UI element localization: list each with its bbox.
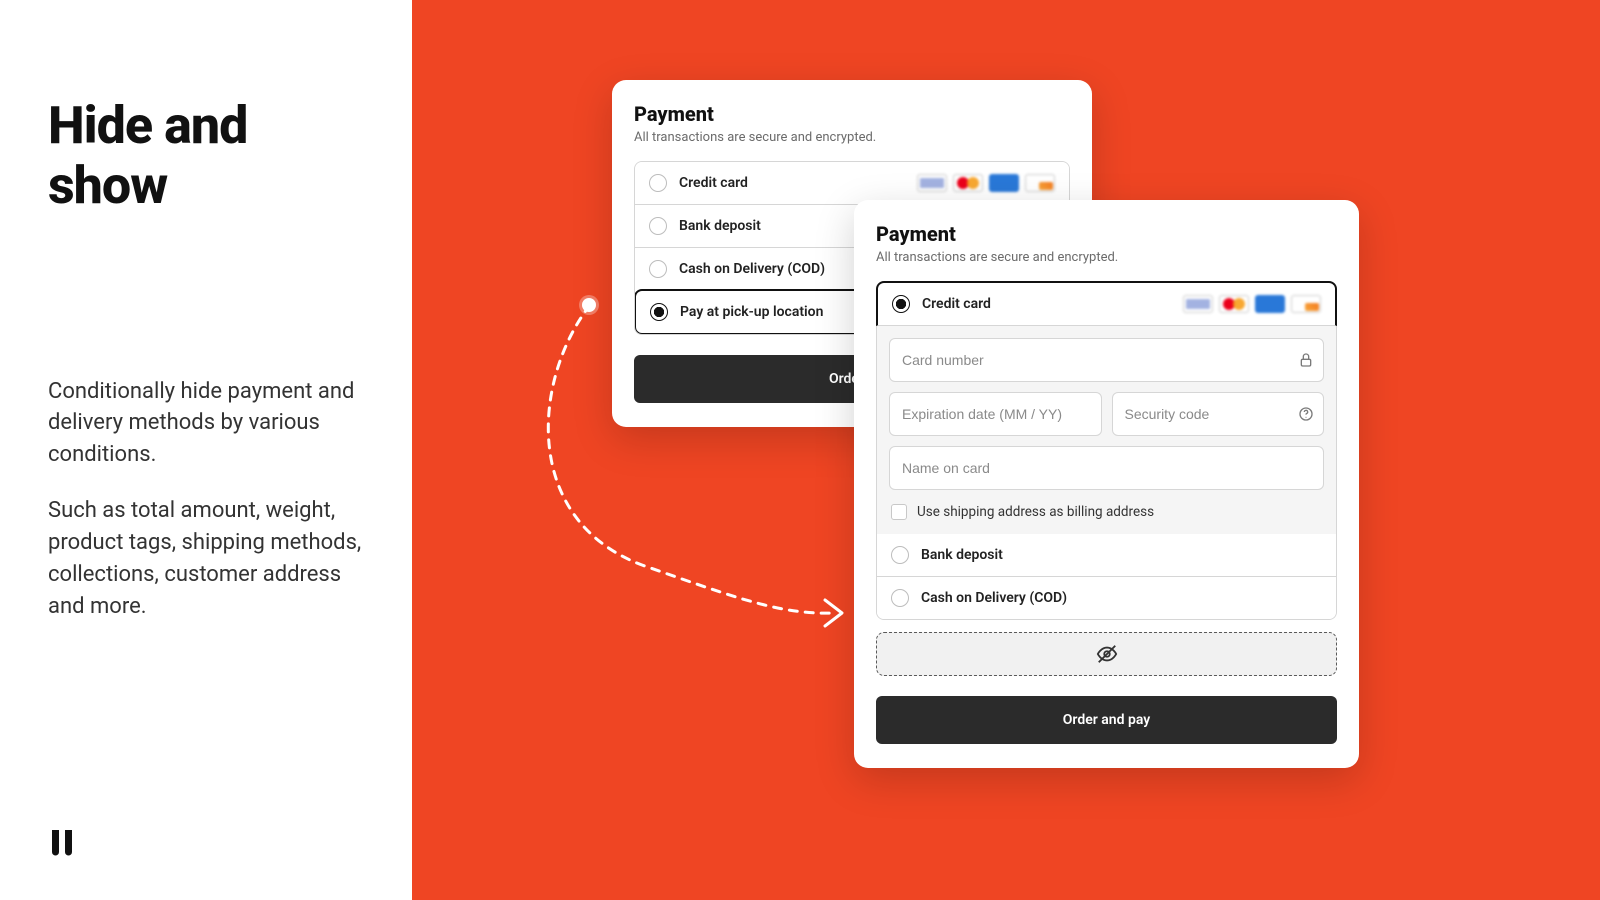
card-subtitle: All transactions are secure and encrypte…: [634, 130, 1070, 145]
payment-options-rest: Bank deposit Cash on Delivery (COD): [876, 534, 1337, 620]
eye-off-icon: [1096, 643, 1118, 665]
option-label: Credit card: [679, 175, 748, 191]
left-panel: Hide and show Conditionally hide payment…: [0, 0, 412, 900]
option-label: Pay at pick-up location: [680, 304, 823, 320]
payment-option-credit-card[interactable]: Credit card: [876, 281, 1337, 326]
description-para-2: Such as total amount, weight, product ta…: [48, 495, 364, 623]
radio-icon: [649, 174, 667, 192]
payment-option-cod[interactable]: Cash on Delivery (COD): [877, 576, 1336, 619]
connector-start-dot: [582, 298, 596, 312]
card-brand-logos: [917, 174, 1055, 192]
card-title: Payment: [634, 102, 1070, 126]
radio-icon: [891, 589, 909, 607]
payment-option-bank-deposit[interactable]: Bank deposit: [877, 534, 1336, 576]
card-number-input[interactable]: [889, 338, 1324, 382]
payment-option-credit-card[interactable]: Credit card: [635, 162, 1069, 204]
right-canvas: Payment All transactions are secure and …: [412, 0, 1600, 900]
discover-icon: [1291, 295, 1321, 313]
mastercard-icon: [1219, 295, 1249, 313]
radio-icon: [649, 217, 667, 235]
radio-icon: [649, 260, 667, 278]
description-para-1: Conditionally hide payment and delivery …: [48, 376, 364, 472]
option-label: Credit card: [922, 296, 991, 312]
radio-icon: [891, 546, 909, 564]
logo-icon: [48, 826, 76, 856]
billing-address-checkbox-row[interactable]: Use shipping address as billing address: [889, 500, 1324, 522]
order-and-pay-button[interactable]: Order and pay: [876, 696, 1337, 744]
name-on-card-input[interactable]: [889, 446, 1324, 490]
discover-icon: [1025, 174, 1055, 192]
radio-checked-icon: [650, 303, 668, 321]
name-on-card-field[interactable]: [889, 446, 1324, 490]
card-number-field[interactable]: [889, 338, 1324, 382]
option-label: Cash on Delivery (COD): [679, 261, 825, 277]
page-title: Hide and show: [48, 96, 364, 216]
card-title: Payment: [876, 222, 1337, 246]
option-label: Bank deposit: [921, 547, 1003, 563]
button-label: Order and pay: [1063, 712, 1150, 728]
security-code-input[interactable]: [1112, 392, 1325, 436]
card-brand-logos: [1183, 295, 1321, 313]
option-label: Bank deposit: [679, 218, 761, 234]
expiration-input[interactable]: [889, 392, 1102, 436]
checkbox-label: Use shipping address as billing address: [917, 504, 1154, 520]
credit-card-form: Use shipping address as billing address: [876, 326, 1337, 534]
visa-icon: [917, 174, 947, 192]
expiration-field[interactable]: [889, 392, 1102, 436]
mastercard-icon: [953, 174, 983, 192]
amex-icon: [1255, 295, 1285, 313]
help-icon[interactable]: [1298, 406, 1314, 422]
lock-icon: [1298, 352, 1314, 368]
card-subtitle: All transactions are secure and encrypte…: [876, 250, 1337, 265]
option-label: Cash on Delivery (COD): [921, 590, 1067, 606]
radio-checked-icon: [892, 295, 910, 313]
hidden-method-placeholder: [876, 632, 1337, 676]
visa-icon: [1183, 295, 1213, 313]
brand-logo: [48, 826, 364, 860]
amex-icon: [989, 174, 1019, 192]
checkbox-icon[interactable]: [891, 504, 907, 520]
description: Conditionally hide payment and delivery …: [48, 376, 364, 623]
payment-card-after: Payment All transactions are secure and …: [854, 200, 1359, 768]
security-code-field[interactable]: [1112, 392, 1325, 436]
